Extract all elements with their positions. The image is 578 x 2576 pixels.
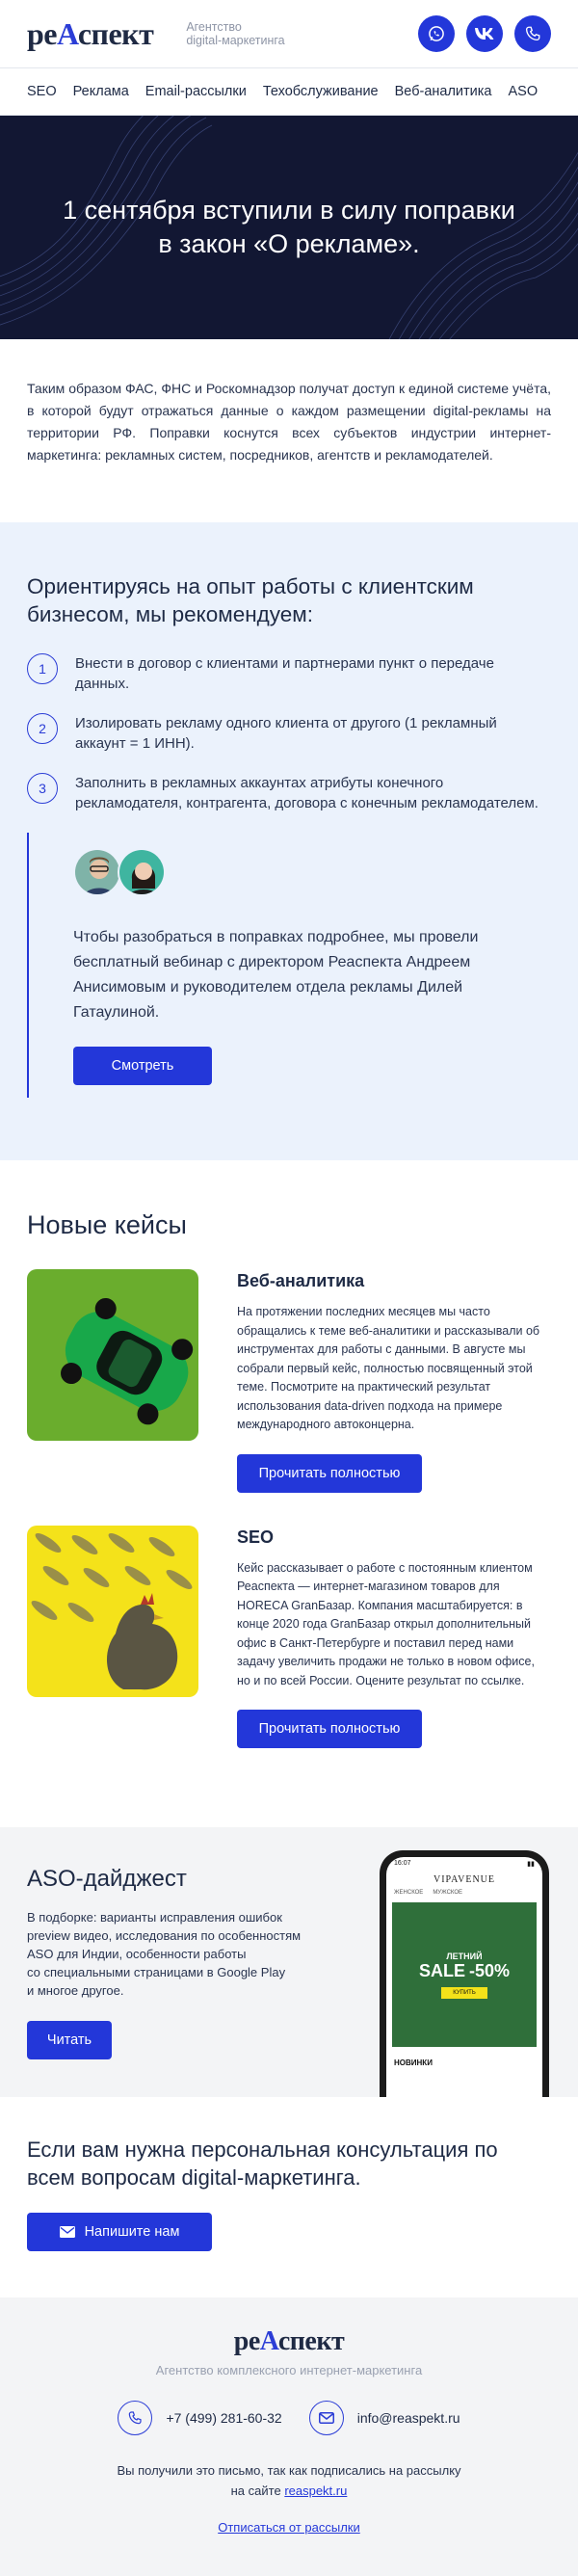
header-tagline: Агентство digital-маркетинга [186,20,285,47]
step-text: Заполнить в рекламных аккаунтах атрибуты… [75,775,539,811]
intro-section: Таким образом ФАС, ФНС и Роскомнадзор по… [0,339,578,522]
nav-item-support[interactable]: Техобслуживание [263,84,379,99]
cases-section: Новые кейсы Веб-аналитика На протяжении … [0,1160,578,1827]
hero-banner: 1 сентября вступили в силу поправки в за… [0,116,578,339]
phone-icon[interactable] [514,15,551,52]
read-button[interactable]: Читать [27,2021,112,2059]
nav-item-email[interactable]: Email-рассылки [145,84,247,99]
list-item: 1 Внести в договор с клиентами и партнер… [27,653,551,694]
phone-icon [118,2401,153,2435]
step-number: 3 [27,773,58,804]
whatsapp-icon[interactable] [418,15,455,52]
case-text: Кейс рассказывает о работе с постоянным … [237,1560,535,1687]
aso-text: В подборке: варианты исправления ошибок … [27,1910,302,1998]
unsubscribe-link[interactable]: Отписаться от рассылки [218,2520,360,2535]
case-text: На протяжении последних месяцев мы часто… [237,1305,540,1431]
car-image[interactable] [27,1269,198,1441]
consult-title: Если вам нужна персональная консультация… [27,2138,498,2190]
vk-icon[interactable] [466,15,503,52]
nav-item-analytics[interactable]: Веб-аналитика [395,84,492,99]
aso-digest-section: ASO-дайджест В подборке: варианты исправ… [0,1827,578,2097]
rooster-fish-image[interactable] [27,1525,198,1697]
footer-subtitle: Агентство комплексного интернет-маркетин… [155,2363,423,2377]
promo-banner: ЛЕТНИЙ SALE -50% КУПИТЬ [392,1902,537,2047]
email-header: реАспект Агентство digital-маркетинга [0,0,578,67]
consultation-section: Если вам нужна персональная консультация… [0,2097,578,2297]
app-brand: VIPAVENUE [433,1874,495,1885]
envelope-icon [59,2226,75,2238]
read-more-button[interactable]: Прочитать полностью [237,1453,422,1493]
avatar [118,848,166,896]
step-number: 2 [27,713,58,744]
watch-button[interactable]: Смотреть [73,1047,212,1085]
list-item: 2 Изолировать рекламу одного клиента от … [27,713,551,754]
webinar-block: Чтобы разобраться в поправках подробнее,… [27,833,551,1098]
social-links [418,15,551,52]
webinar-text: Чтобы разобраться в поправках подробнее,… [73,929,479,1021]
avatar [73,848,121,896]
cases-title: Новые кейсы [27,1210,187,1239]
step-number: 1 [27,653,58,684]
read-more-button[interactable]: Прочитать полностью [237,1710,422,1748]
list-item: 3 Заполнить в рекламных аккаунтах атрибу… [27,773,551,813]
nav-item-seo[interactable]: SEO [27,84,57,99]
phone-mockup: 16:07 ▮▮ VIPAVENUE ЖЕНСКОЕ МУЖСКОЕ ЛЕТНИЙ… [380,1850,549,2097]
intro-text: Таким образом ФАС, ФНС и Роскомнадзор по… [27,381,551,463]
footer-email[interactable]: info@reaspekt.ru [308,2401,460,2435]
main-nav: SEO Реклама Email-рассылки Техобслуживан… [0,67,578,116]
subscription-note: Вы получили это письмо, так как подписал… [117,2463,461,2498]
nav-item-ads[interactable]: Реклама [73,84,129,99]
footer-logo[interactable]: реАспект [0,2326,578,2357]
case-title: SEO [237,1527,275,1547]
step-text: Внести в договор с клиентами и партнерам… [75,655,494,692]
case-card-analytics: Веб-аналитика На протяжении последних ме… [27,1269,551,1493]
steps-list: 1 Внести в договор с клиентами и партнер… [27,653,551,813]
nav-item-aso[interactable]: ASO [509,84,539,99]
case-card-seo: SEO Кейс рассказывает о работе с постоян… [27,1525,551,1748]
case-title: Веб-аналитика [237,1271,365,1290]
recommend-title: Ориентируясь на опыт работы с клиентским… [27,574,474,626]
hero-title: 1 сентября вступили в силу поправки в за… [63,196,515,258]
step-text: Изолировать рекламу одного клиента от др… [75,715,497,752]
site-link[interactable]: reaspekt.ru [284,2483,347,2498]
app-screenshot: 16:07 ▮▮ VIPAVENUE ЖЕНСКОЕ МУЖСКОЕ ЛЕТНИЙ… [386,1857,542,2097]
recommendations-section: Ориентируясь на опыт работы с клиентским… [0,522,578,1160]
envelope-icon [308,2401,344,2435]
speaker-avatars [73,848,551,896]
footer-phone[interactable]: +7 (499) 281-60-32 [118,2401,282,2435]
footer-contacts: +7 (499) 281-60-32 info@reaspekt.ru [0,2401,578,2435]
write-us-button[interactable]: Напишите нам [27,2213,212,2251]
email-footer: реАспект Агентство комплексного интернет… [0,2297,578,2576]
brand-logo[interactable]: реАспект [27,16,154,52]
